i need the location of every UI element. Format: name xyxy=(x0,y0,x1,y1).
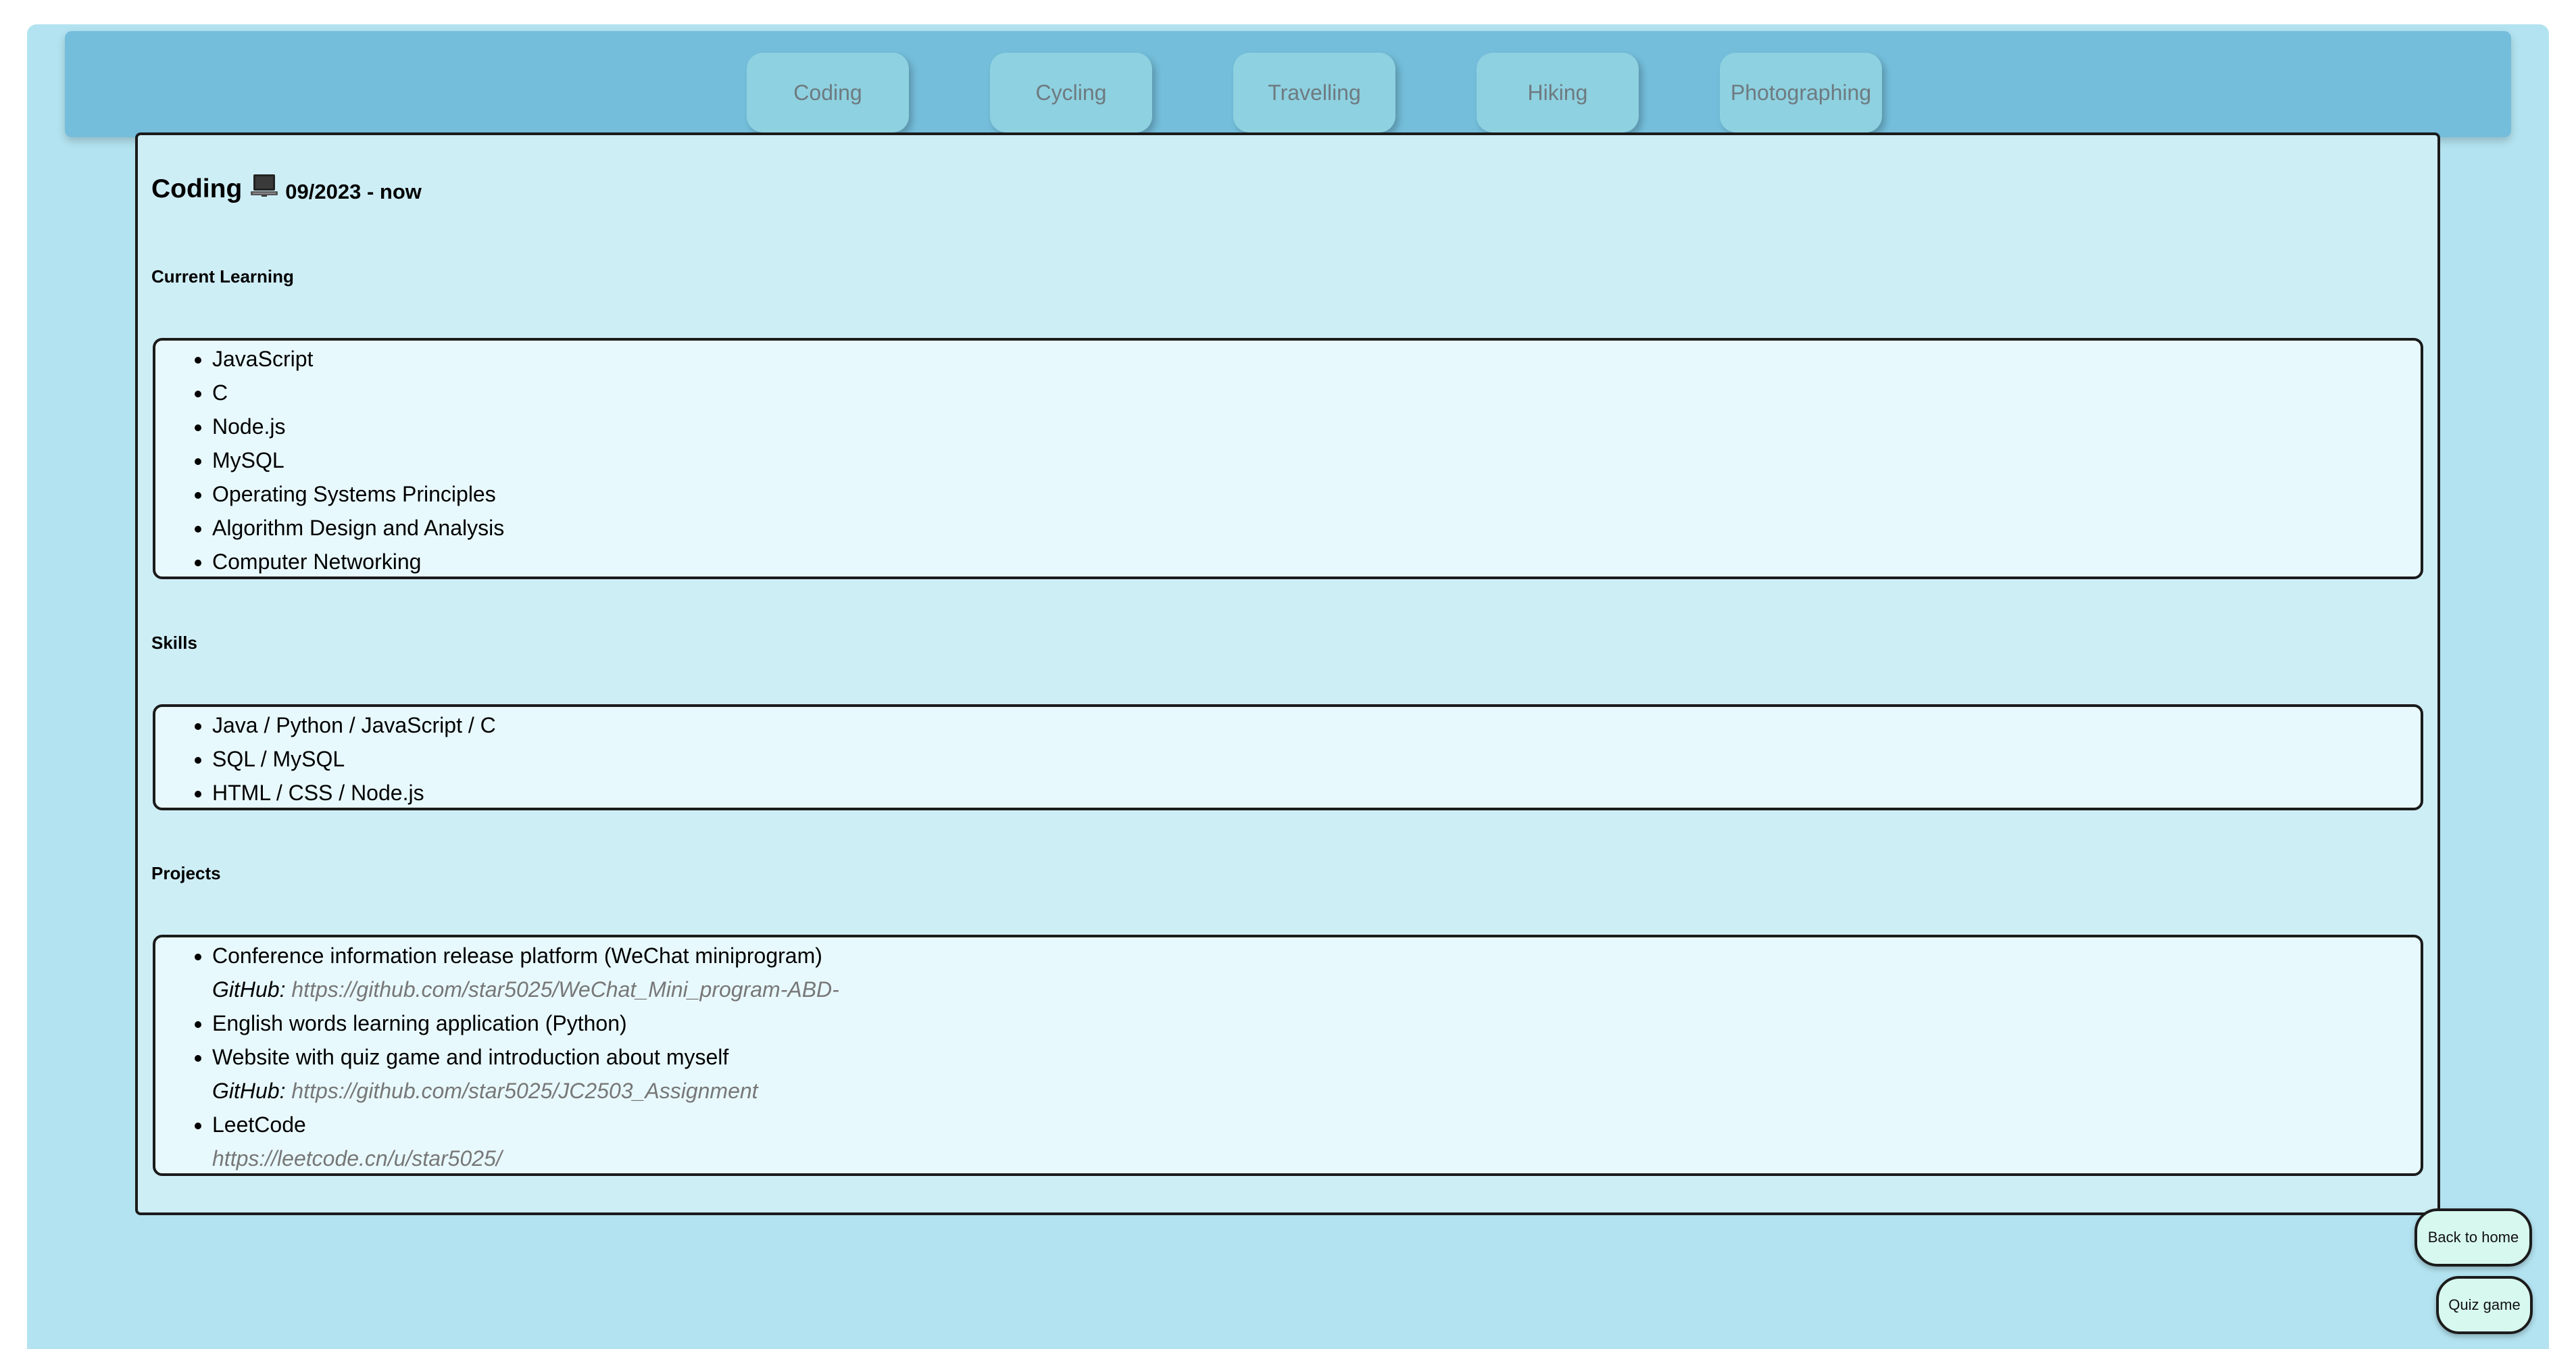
laptop-icon xyxy=(251,174,278,197)
tab-travelling[interactable]: Travelling xyxy=(1233,53,1395,132)
list-item: Algorithm Design and Analysis xyxy=(212,511,2421,545)
current-learning-heading: Current Learning xyxy=(151,266,294,287)
projects-heading: Projects xyxy=(151,863,221,883)
project-name: Website with quiz game and introduction … xyxy=(212,1045,729,1069)
skills-list: Java / Python / JavaScript / C SQL / MyS… xyxy=(212,708,2421,810)
list-item: Computer Networking xyxy=(212,545,2421,579)
github-url-link[interactable]: https://github.com/star5025/JC2503_Assig… xyxy=(291,1079,758,1103)
current-learning-list: JavaScript C Node.js MySQL Operating Sys… xyxy=(212,342,2421,579)
page-background: Coding Cycling Travelling Hiking Photogr… xyxy=(27,24,2549,1349)
top-nav-bar: Coding Cycling Travelling Hiking Photogr… xyxy=(65,31,2511,137)
project-item: LeetCode https://leetcode.cn/u/star5025/ xyxy=(212,1108,2421,1175)
project-link: GitHub: https://github.com/star5025/JC25… xyxy=(212,1074,2421,1108)
current-learning-box: JavaScript C Node.js MySQL Operating Sys… xyxy=(153,338,2423,579)
coding-section: Coding 09/2023 - now Current Learning Ja… xyxy=(135,132,2440,1215)
projects-list: Conference information release platform … xyxy=(212,939,2421,1175)
skills-box: Java / Python / JavaScript / C SQL / MyS… xyxy=(153,704,2423,810)
list-item: MySQL xyxy=(212,443,2421,477)
project-item: Conference information release platform … xyxy=(212,939,2421,1006)
github-label: GitHub: xyxy=(212,977,286,1002)
project-link: GitHub: https://github.com/star5025/WeCh… xyxy=(212,973,2421,1006)
project-name: Conference information release platform … xyxy=(212,943,822,968)
github-url-link[interactable]: https://github.com/star5025/WeChat_Mini_… xyxy=(291,977,839,1002)
list-item: Node.js xyxy=(212,410,2421,443)
project-item: Website with quiz game and introduction … xyxy=(212,1040,2421,1108)
section-date: 09/2023 - now xyxy=(285,180,422,203)
projects-box: Conference information release platform … xyxy=(153,935,2423,1176)
project-item: English words learning application (Pyth… xyxy=(212,1006,2421,1040)
section-heading: Coding 09/2023 - now xyxy=(151,174,422,204)
list-item: C xyxy=(212,376,2421,410)
list-item: JavaScript xyxy=(212,342,2421,376)
list-item: HTML / CSS / Node.js xyxy=(212,776,2421,810)
tab-cycling[interactable]: Cycling xyxy=(990,53,1152,132)
project-name: English words learning application (Pyth… xyxy=(212,1011,627,1035)
skills-heading: Skills xyxy=(151,633,197,653)
leetcode-url-link[interactable]: https://leetcode.cn/u/star5025/ xyxy=(212,1146,502,1171)
quiz-game-button[interactable]: Quiz game xyxy=(2436,1276,2533,1334)
tab-coding[interactable]: Coding xyxy=(747,53,909,132)
tab-photographing[interactable]: Photographing xyxy=(1720,53,1882,132)
project-link: https://leetcode.cn/u/star5025/ xyxy=(212,1142,2421,1175)
github-label: GitHub: xyxy=(212,1079,286,1103)
back-to-home-button[interactable]: Back to home xyxy=(2414,1208,2532,1267)
list-item: SQL / MySQL xyxy=(212,742,2421,776)
section-title: Coding xyxy=(151,174,243,203)
list-item: Java / Python / JavaScript / C xyxy=(212,708,2421,742)
tab-hiking[interactable]: Hiking xyxy=(1477,53,1639,132)
project-name: LeetCode xyxy=(212,1112,306,1137)
list-item: Operating Systems Principles xyxy=(212,477,2421,511)
